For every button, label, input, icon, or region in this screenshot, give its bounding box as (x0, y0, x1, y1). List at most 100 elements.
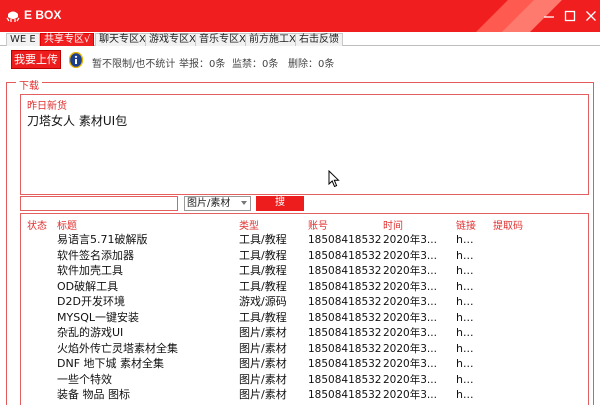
cell-time: 2020年3... (383, 296, 437, 308)
mouse-cursor-icon (328, 170, 340, 188)
cell-title: 一些个特效 (57, 372, 112, 386)
table-header: 状态 标题 类型 账号 时间 链接 提取码 (21, 217, 588, 232)
cell-time: 2020年3... (383, 373, 437, 386)
table-row[interactable]: DNF 地下城 素材全集 图片/素材 18508418532 2020年3... h..… (21, 357, 588, 372)
table-row[interactable]: 火焰外传亡灵塔素材全集 图片/素材 18508418532 2020年3... h... (21, 342, 588, 357)
cell-time: 2020年3... (383, 249, 437, 262)
header-status[interactable]: 状态 (27, 217, 47, 232)
cell-type: 图片/素材 (239, 372, 287, 386)
app-title: E BOX (24, 8, 62, 22)
tab-bar: WE E 共享专区√ 聊天专区X 游戏专区X 音乐专区X 前方施工X 右击反馈 (0, 32, 600, 46)
cell-type: 工具/教程 (239, 233, 287, 246)
table-row[interactable]: 杂乱的游戏UI 图片/素材 18508418532 2020年3... h... (21, 326, 588, 341)
header-code[interactable]: 提取码 (493, 217, 523, 232)
limit-status-text: 暂不限制/也不统计 (92, 59, 176, 70)
cell-account: 18508418532 (308, 373, 382, 386)
table-row[interactable]: 一些个特效 图片/素材 18508418532 2020年3... h... (21, 373, 588, 388)
cell-account: 18508418532 (308, 280, 382, 293)
cell-time: 2020年3... (383, 234, 437, 246)
header-time[interactable]: 时间 (383, 217, 403, 232)
cell-title: DNF 地下城 素材全集 (57, 357, 165, 370)
cell-time: 2020年3... (383, 327, 437, 339)
upload-button[interactable]: 我要上传 (11, 50, 61, 69)
cell-link: h... (456, 357, 474, 370)
cell-type: 图片/素材 (239, 357, 287, 370)
table-row[interactable]: 软件签名添加器 工具/教程 18508418532 2020年3... h... (21, 249, 588, 264)
cell-title: 软件加壳工具 (57, 264, 123, 277)
cell-account: 18508418532 (308, 296, 382, 308)
header-title[interactable]: 标题 (57, 217, 77, 232)
cell-account: 18508418532 (308, 389, 382, 401)
header-account[interactable]: 账号 (308, 217, 328, 232)
cell-link: h... (456, 341, 474, 355)
category-select[interactable]: 图片/素材 (184, 196, 251, 211)
cell-title: 软件签名添加器 (57, 248, 134, 262)
tab-construction[interactable]: 前方施工X (245, 33, 300, 46)
search-button[interactable]: 搜 (256, 196, 304, 211)
tab-music[interactable]: 音乐专区X (195, 33, 250, 46)
search-input[interactable] (20, 196, 178, 211)
cell-title: OD破解工具 (57, 279, 119, 293)
cell-account: 18508418532 (308, 358, 382, 370)
news-label: 昨日新货 (27, 101, 67, 112)
cell-time: 2020年3... (383, 389, 437, 401)
cell-account: 18508418532 (308, 311, 382, 324)
cell-type: 工具/教程 (239, 279, 287, 293)
news-box: 昨日新货 刀塔女人 素材UI包 (20, 94, 589, 195)
cell-account: 18508418532 (308, 342, 382, 355)
cell-time: 2020年3... (383, 311, 437, 324)
cell-link: h... (456, 233, 474, 246)
cell-title: MYSQL一键安装 (57, 310, 139, 324)
cell-title: 杂乱的游戏UI (57, 326, 124, 339)
header-type[interactable]: 类型 (239, 217, 259, 232)
cell-type: 工具/教程 (239, 248, 287, 262)
maximize-icon[interactable] (561, 7, 579, 25)
cell-type: 游戏/源码 (239, 295, 287, 308)
cell-account: 18508418532 (308, 234, 382, 246)
minimize-icon[interactable] (540, 7, 558, 25)
cell-time: 2020年3... (383, 265, 437, 277)
cell-title: 火焰外传亡灵塔素材全集 (57, 341, 178, 355)
news-text: 刀塔女人 素材UI包 (27, 114, 128, 128)
cell-link: h... (456, 264, 474, 277)
category-select-value: 图片/素材 (187, 198, 231, 209)
report-count: 举报：0条 (179, 59, 226, 70)
delete-count: 删除：0条 (288, 59, 335, 70)
tab-feedback[interactable]: 右击反馈 (295, 33, 343, 46)
cell-link: h... (456, 310, 474, 324)
table-row[interactable]: D2D开发环境 游戏/源码 18508418532 2020年3... h... (21, 295, 588, 310)
cell-type: 工具/教程 (239, 310, 287, 324)
watch-count: 监禁：0条 (232, 59, 279, 70)
info-icon[interactable] (69, 52, 83, 68)
cell-type: 图片/素材 (239, 326, 287, 339)
cell-title: D2D开发环境 (57, 295, 125, 308)
cell-link: h... (456, 388, 474, 401)
cell-time: 2020年3... (383, 280, 437, 293)
cell-title: 易语言5.71破解版 (57, 233, 148, 246)
cell-link: h... (456, 248, 474, 262)
tab-chat[interactable]: 聊天专区X (95, 33, 150, 46)
table-row[interactable]: OD破解工具 工具/教程 18508418532 2020年3... h... (21, 280, 588, 295)
table-row[interactable]: MYSQL一键安装 工具/教程 18508418532 2020年3... h... (21, 311, 588, 326)
table-row[interactable]: 装备 物品 图标 图片/素材 18508418532 2020年3... h... (21, 388, 588, 403)
cell-account: 18508418532 (308, 249, 382, 262)
tab-share[interactable]: 共享专区√ (40, 33, 95, 46)
cell-link: h... (456, 326, 474, 339)
cell-account: 18508418532 (308, 265, 382, 277)
table-row[interactable]: 软件加壳工具 工具/教程 18508418532 2020年3... h... (21, 264, 588, 279)
resource-table[interactable]: 状态 标题 类型 账号 时间 链接 提取码 易语言5.71破解版 工具/教程 185… (20, 213, 589, 405)
download-group-label: 下载 (16, 77, 42, 92)
cell-time: 2020年3... (383, 342, 437, 355)
app-logo-icon (6, 11, 20, 22)
tab-we-e[interactable]: WE E (6, 33, 40, 46)
close-icon[interactable] (582, 7, 600, 25)
tab-games[interactable]: 游戏专区X (145, 33, 200, 46)
cell-account: 18508418532 (308, 327, 382, 339)
header-link[interactable]: 链接 (456, 217, 476, 232)
title-bar[interactable]: E BOX (0, 0, 600, 32)
chevron-down-icon (241, 201, 247, 205)
cell-link: h... (456, 295, 474, 308)
cell-link: h... (456, 279, 474, 293)
cell-type: 图片/素材 (239, 341, 287, 355)
table-row[interactable]: 易语言5.71破解版 工具/教程 18508418532 2020年3... h... (21, 233, 588, 248)
